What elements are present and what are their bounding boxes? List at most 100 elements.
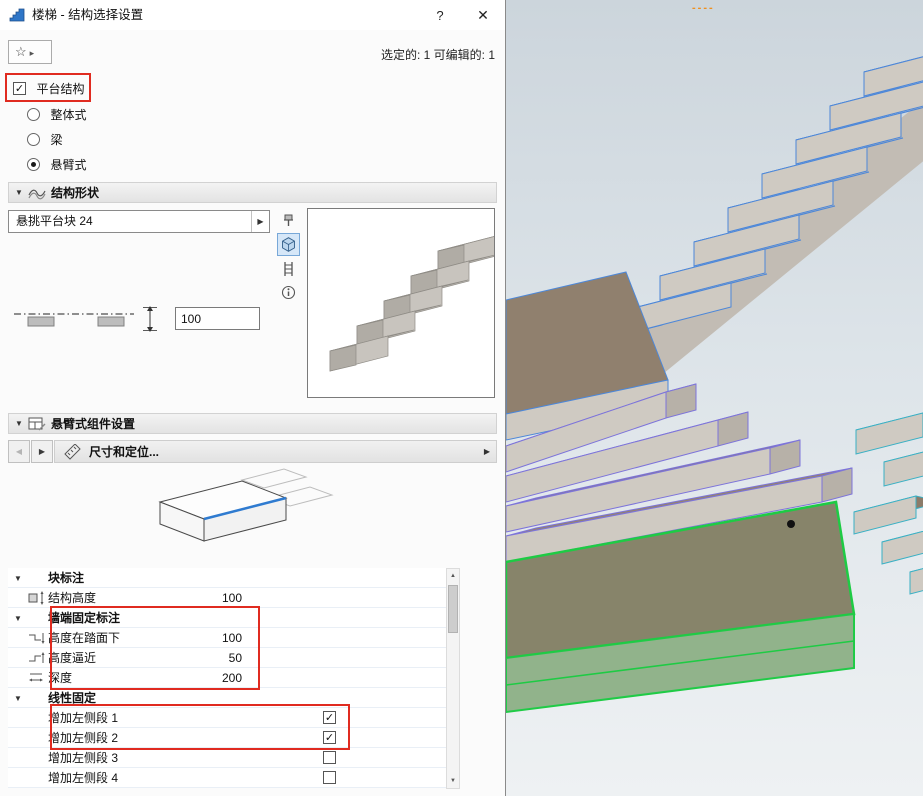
table-row-group[interactable]: ▼ 线性固定 xyxy=(8,688,446,708)
radio-button[interactable] xyxy=(27,108,40,121)
structure-height-icon xyxy=(28,591,45,605)
row-checkbox[interactable]: ✓ xyxy=(323,711,336,724)
radio-button[interactable] xyxy=(27,133,40,146)
radio-beam[interactable]: 梁 xyxy=(27,131,62,149)
checkbox-box[interactable]: ✓ xyxy=(13,82,26,95)
radio-label: 悬臂式 xyxy=(50,158,86,172)
stair-settings-dialog: 楼梯 - 结构选择设置 ? ✕ ☆▸ 选定的: 1 可编辑的: 1 ✓ 平台结构… xyxy=(0,0,506,796)
table-row-group[interactable]: ▼ 块标注 xyxy=(8,568,446,588)
section-cantilever-components[interactable]: ▼ 悬臂式组件设置 xyxy=(8,413,497,434)
component-sketch xyxy=(130,464,340,564)
table-row[interactable]: 增加左侧段 1 ✓ xyxy=(8,708,446,728)
dimensions-icon xyxy=(63,444,83,460)
row-label: 墙端固定标注 xyxy=(48,608,120,628)
radio-cantilever[interactable]: 悬臂式 xyxy=(27,156,86,174)
table-scrollbar[interactable]: ▲ ▼ xyxy=(446,568,460,789)
preview-mode-buttons xyxy=(277,209,301,305)
section-title: 悬臂式组件设置 xyxy=(51,415,135,432)
edit-node-dot[interactable] xyxy=(787,520,795,528)
platform-thickness-diagram xyxy=(12,305,162,333)
star-icon: ☆ xyxy=(15,44,27,59)
scroll-down-icon[interactable]: ▼ xyxy=(447,774,459,788)
dimensions-panel-bar[interactable]: 尺寸和定位... ▶ xyxy=(54,440,497,463)
row-label: 高度逼近 xyxy=(48,648,96,668)
row-label: 块标注 xyxy=(48,568,84,588)
radio-label: 梁 xyxy=(50,133,62,147)
platform-structure-checkbox[interactable]: ✓ 平台结构 xyxy=(13,80,84,96)
table-row[interactable]: 高度逼近 50 xyxy=(8,648,446,668)
component-settings-icon xyxy=(27,416,47,432)
row-value[interactable]: 200 xyxy=(186,668,242,688)
row-label: 增加左侧段 2 xyxy=(48,728,118,748)
profile-dropdown[interactable]: 悬挑平台块 24 ▶ xyxy=(8,210,270,233)
table-row[interactable]: 增加左侧段 4 xyxy=(8,768,446,788)
row-label: 结构高度 xyxy=(48,588,96,608)
next-component-button[interactable]: ▶ xyxy=(31,440,53,463)
3d-viewport[interactable]: ---- xyxy=(506,0,923,796)
row-label: 增加左侧段 1 xyxy=(48,708,118,728)
radio-monolithic[interactable]: 整体式 xyxy=(27,106,86,124)
row-value[interactable]: 50 xyxy=(186,648,242,668)
row-label: 高度在踏面下 xyxy=(48,628,120,648)
row-label: 增加左侧段 3 xyxy=(48,748,118,768)
table-row-group[interactable]: ▼ 墙端固定标注 xyxy=(8,608,446,628)
scrollbar-thumb[interactable] xyxy=(448,585,458,633)
row-label: 深度 xyxy=(48,668,72,688)
table-row[interactable]: 高度在踏面下 100 xyxy=(8,628,446,648)
info-button[interactable] xyxy=(277,281,300,304)
pin-button[interactable] xyxy=(277,209,300,232)
dialog-titlebar[interactable]: 楼梯 - 结构选择设置 ? ✕ xyxy=(0,0,505,30)
close-button[interactable]: ✕ xyxy=(468,3,498,27)
profile-dropdown-value: 悬挑平台块 24 xyxy=(16,211,93,232)
radio-button-selected[interactable] xyxy=(27,158,40,171)
view-3d-button[interactable] xyxy=(277,233,300,256)
scroll-up-icon[interactable]: ▲ xyxy=(447,569,459,583)
collapse-icon[interactable]: ▼ xyxy=(15,419,27,428)
collapse-icon[interactable]: ▼ xyxy=(15,188,27,197)
row-checkbox[interactable]: ✓ xyxy=(323,731,336,744)
section-structure-shape[interactable]: ▼ 结构形状 xyxy=(8,182,497,203)
height-approach-icon xyxy=(28,651,45,665)
chevron-right-icon: ▸ xyxy=(30,48,35,58)
row-value[interactable]: 100 xyxy=(186,628,242,648)
lower-flight[interactable] xyxy=(854,413,923,594)
selection-info: 选定的: 1 可编辑的: 1 xyxy=(381,46,495,63)
panel-title: 尺寸和定位... xyxy=(89,443,159,460)
table-row[interactable]: 结构高度 100 xyxy=(8,588,446,608)
height-below-tread-icon xyxy=(28,631,45,645)
checkbox-label: 平台结构 xyxy=(36,82,84,96)
row-label: 增加左侧段 4 xyxy=(48,768,118,788)
row-label: 线性固定 xyxy=(48,688,96,708)
chevron-right-icon[interactable]: ▶ xyxy=(484,447,490,456)
table-row[interactable]: 增加左侧段 2 ✓ xyxy=(8,728,446,748)
info-icon xyxy=(281,285,296,300)
row-value[interactable]: 100 xyxy=(186,588,242,608)
collapse-icon[interactable]: ▼ xyxy=(14,694,26,703)
table-row[interactable]: 增加左侧段 3 xyxy=(8,748,446,768)
cube-3d-icon xyxy=(280,236,297,253)
shape-icon xyxy=(27,185,47,201)
depth-icon xyxy=(28,671,45,685)
table-row[interactable]: 深度 200 xyxy=(8,668,446,688)
section-title: 结构形状 xyxy=(51,184,99,201)
favorites-button[interactable]: ☆▸ xyxy=(8,40,52,64)
chevron-right-icon[interactable]: ▶ xyxy=(251,211,269,232)
thickness-input[interactable] xyxy=(175,307,260,330)
prev-component-button[interactable]: ◀ xyxy=(8,440,30,463)
stair-dialog-icon xyxy=(9,7,25,23)
preview-stairs-render xyxy=(308,209,494,397)
section-view-button[interactable] xyxy=(277,257,300,280)
help-button[interactable]: ? xyxy=(425,3,455,27)
radio-label: 整体式 xyxy=(50,108,86,122)
row-checkbox[interactable] xyxy=(323,771,336,784)
collapse-icon[interactable]: ▼ xyxy=(14,574,26,583)
row-checkbox[interactable] xyxy=(323,751,336,764)
app-window: 楼梯 - 结构选择设置 ? ✕ ☆▸ 选定的: 1 可编辑的: 1 ✓ 平台结构… xyxy=(0,0,923,796)
pin-icon xyxy=(281,213,296,228)
parameters-table: ▼ 块标注 结构高度 100 ▼ 墙端固定标注 xyxy=(8,568,446,788)
collapse-icon[interactable]: ▼ xyxy=(14,614,26,623)
ladder-icon xyxy=(281,261,296,277)
dialog-title: 楼梯 - 结构选择设置 xyxy=(32,0,143,30)
stairs-3d-render[interactable] xyxy=(506,0,923,796)
structure-preview xyxy=(307,208,495,398)
